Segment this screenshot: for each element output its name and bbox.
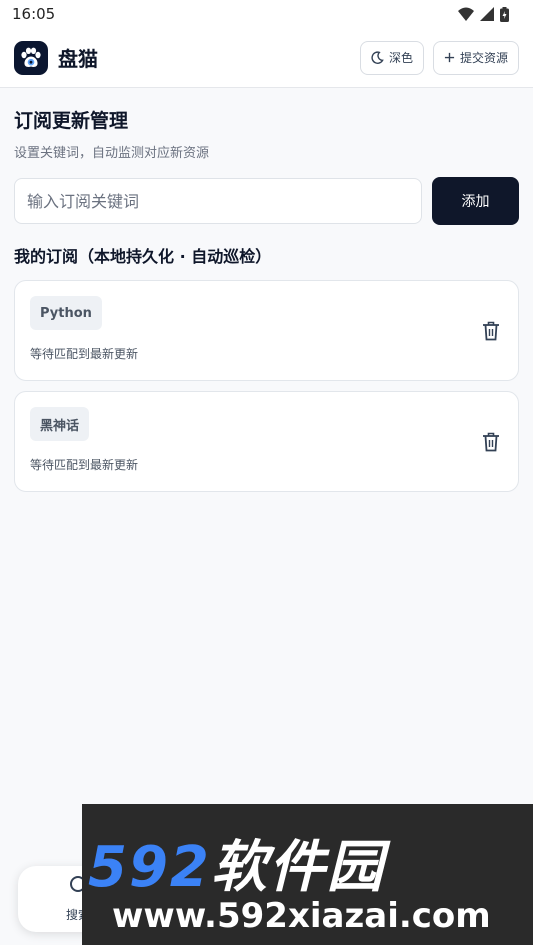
watermark: 592软件园 www.592xiazai.com xyxy=(82,804,533,945)
subscription-card: 黑神话 等待匹配到最新更新 xyxy=(14,391,519,492)
status-bar: 16:05 xyxy=(0,0,533,28)
keyword-input[interactable] xyxy=(14,178,422,224)
app-header: 盘猫 深色 提交资源 xyxy=(0,28,533,88)
status-icons xyxy=(458,6,509,22)
wifi-icon xyxy=(458,7,474,21)
keyword-tag: Python xyxy=(30,296,102,330)
app-logo xyxy=(14,40,48,75)
header-actions: 深色 提交资源 xyxy=(359,40,519,75)
add-button[interactable]: 添加 xyxy=(432,177,519,225)
plus-icon xyxy=(444,52,455,63)
submit-resource-label: 提交资源 xyxy=(459,51,508,65)
page-title: 订阅更新管理 xyxy=(14,110,129,132)
subscriptions-title: 我的订阅（本地持久化 · 自动巡检） xyxy=(14,247,272,266)
page-subtitle: 设置关键词，自动监测对应新资源 xyxy=(14,146,210,161)
dark-mode-button[interactable]: 深色 xyxy=(359,40,424,75)
dark-mode-label: 深色 xyxy=(388,51,413,65)
keyword-tag: 黑神话 xyxy=(30,407,90,441)
status-time: 16:05 xyxy=(12,5,56,23)
moon-icon xyxy=(371,51,384,64)
watermark-url: www.592xiazai.com xyxy=(112,896,491,936)
paw-icon xyxy=(21,47,41,67)
signal-icon xyxy=(480,7,494,21)
trash-icon[interactable] xyxy=(482,321,500,341)
watermark-brand: 592软件园 xyxy=(88,822,385,903)
watermark-number: 592 xyxy=(88,835,211,900)
subscription-status: 等待匹配到最新更新 xyxy=(30,458,139,472)
subscription-card: Python 等待匹配到最新更新 xyxy=(14,280,519,381)
subscription-status: 等待匹配到最新更新 xyxy=(30,347,139,361)
app-title: 盘猫 xyxy=(58,47,98,71)
watermark-cn: 软件园 xyxy=(210,835,385,900)
trash-icon[interactable] xyxy=(482,432,500,452)
submit-resource-button[interactable]: 提交资源 xyxy=(432,40,519,75)
battery-icon xyxy=(500,6,509,22)
